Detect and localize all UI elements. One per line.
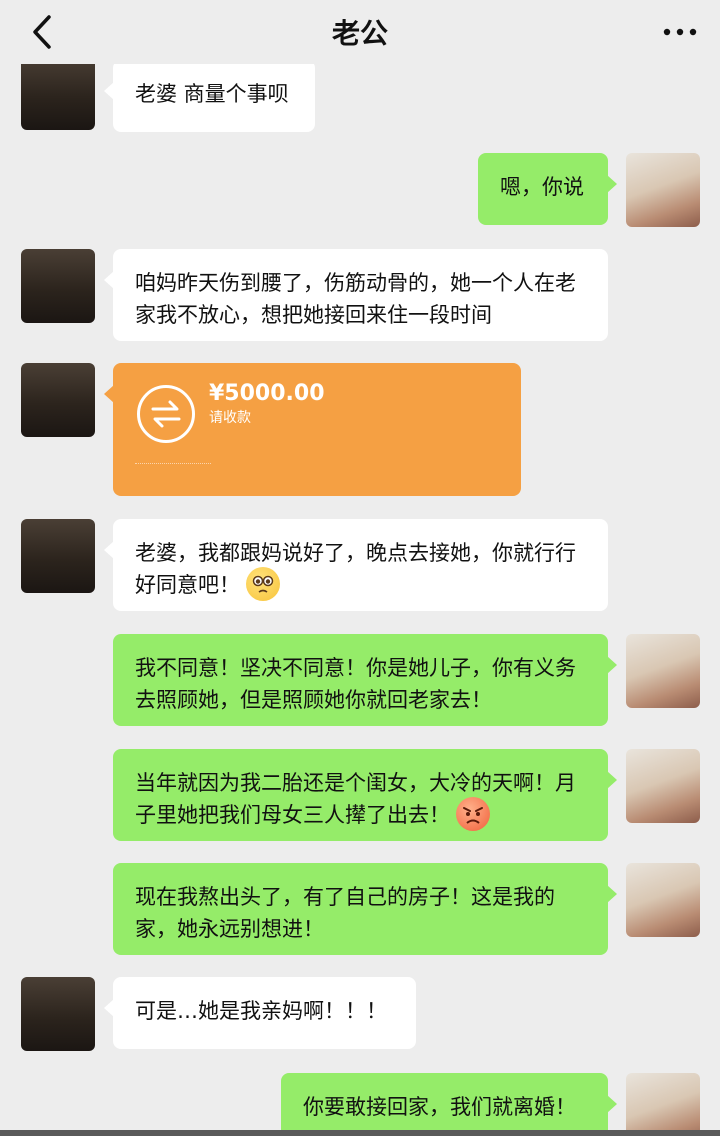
message-bubble[interactable]: 当年就因为我二胎还是个闺女，大冷的天啊！月子里她把我们母女三人撵了出去！ — [113, 749, 617, 841]
message-text: 咱妈昨天伤到腰了，伤筋动骨的，她一个人在老家我不放心，想把她接回来住一段时间 — [135, 271, 576, 327]
husband-avatar[interactable] — [21, 249, 95, 323]
transfer-footer — [135, 463, 211, 477]
pleading-face-icon — [246, 567, 280, 601]
husband-avatar[interactable] — [21, 519, 95, 593]
message-bubble[interactable]: 老婆，我都跟妈说好了，晚点去接她，你就行行好同意吧！ — [104, 519, 608, 611]
message-text: 老婆，我都跟妈说好了，晚点去接她，你就行行好同意吧！ — [135, 541, 576, 597]
message-text: 现在我熬出头了，有了自己的房子！这是我的家，她永远别想进！ — [135, 885, 555, 941]
message-bubble[interactable]: 现在我熬出头了，有了自己的房子！这是我的家，她永远别想进！ — [113, 863, 617, 955]
husband-avatar[interactable] — [21, 363, 95, 437]
message-text: 老婆 商量个事呗 — [135, 82, 289, 106]
message-text: 你要敢接回家，我们就离婚！ — [303, 1095, 576, 1119]
more-options-button[interactable] — [658, 14, 702, 50]
more-horizontal-icon — [663, 28, 697, 36]
message-text: 当年就因为我二胎还是个闺女，大冷的天啊！月子里她把我们母女三人撵了出去！ — [135, 771, 576, 827]
transfer-amount: ¥5000.00 — [209, 381, 325, 406]
my-avatar[interactable] — [626, 749, 700, 823]
my-avatar[interactable] — [626, 1073, 700, 1136]
transfer-icon — [137, 385, 195, 443]
my-avatar[interactable] — [626, 634, 700, 708]
message-text: 可是…她是我亲妈啊！！！ — [135, 999, 387, 1023]
message-bubble[interactable]: 可是…她是我亲妈啊！！！ — [104, 977, 416, 1049]
chat-title: 老公 — [331, 17, 388, 50]
message-bubble[interactable]: 我不同意！坚决不同意！你是她儿子，你有义务去照顾她，但是照顾她你就回老家去！ — [113, 634, 617, 726]
message-text: 我不同意！坚决不同意！你是她儿子，你有义务去照顾她，但是照顾她你就回老家去！ — [135, 656, 576, 712]
message-bubble[interactable]: 嗯，你说 — [478, 153, 617, 225]
my-avatar[interactable] — [626, 153, 700, 227]
chat-header: 老公 — [0, 0, 720, 64]
my-avatar[interactable] — [626, 863, 700, 937]
message-bubble[interactable]: 咱妈昨天伤到腰了，伤筋动骨的，她一个人在老家我不放心，想把她接回来住一段时间 — [104, 249, 608, 341]
message-text: 嗯，你说 — [500, 175, 584, 199]
bottom-divider — [0, 1130, 720, 1136]
husband-avatar[interactable] — [21, 977, 95, 1051]
angry-face-icon — [456, 797, 490, 831]
message-bubble[interactable]: 老婆 商量个事呗 — [104, 60, 315, 132]
message-bubble[interactable]: 你要敢接回家，我们就离婚！ — [281, 1073, 617, 1136]
transfer-card[interactable]: ¥5000.00 请收款 — [104, 363, 521, 496]
husband-avatar[interactable] — [21, 56, 95, 130]
transfer-label: 请收款 — [209, 410, 251, 426]
